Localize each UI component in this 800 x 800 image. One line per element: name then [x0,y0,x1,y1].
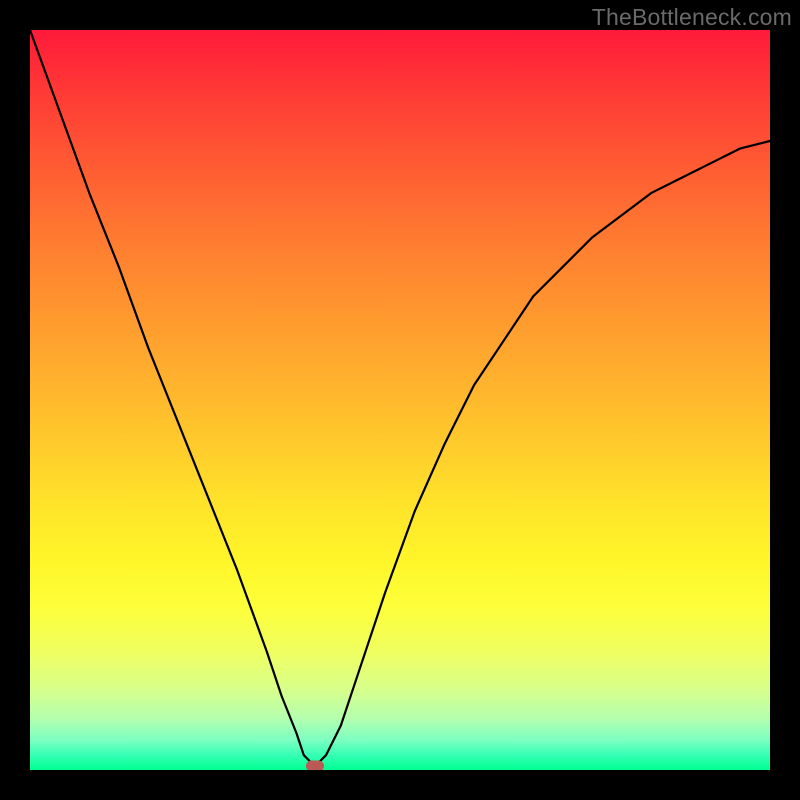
bottleneck-curve [30,30,770,763]
curve-svg [30,30,770,770]
plot-area [30,30,770,770]
chart-frame: TheBottleneck.com [0,0,800,800]
watermark-text: TheBottleneck.com [592,4,792,31]
optimum-marker [306,761,324,770]
